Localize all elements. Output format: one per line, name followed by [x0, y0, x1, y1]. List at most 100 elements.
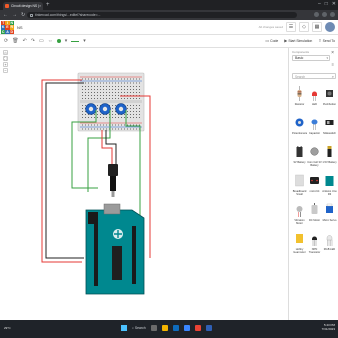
breadboard-hole[interactable]: [106, 95, 107, 96]
component-item[interactable]: Vibration Motor: [292, 202, 307, 225]
breadboard-hole[interactable]: [112, 82, 113, 84]
breadboard-hole[interactable]: [94, 124, 95, 126]
breadboard-hole[interactable]: [115, 78, 116, 80]
send-to-button[interactable]: ⇪ Send To: [318, 38, 335, 43]
breadboard-hole[interactable]: [106, 124, 107, 126]
breadboard-hole[interactable]: [103, 95, 104, 96]
breadboard-hole[interactable]: [115, 95, 116, 96]
breadboard-hole[interactable]: [88, 82, 89, 84]
breadboard-hole[interactable]: [127, 111, 128, 112]
breadboard-hole[interactable]: [97, 86, 98, 87]
breadboard-hole[interactable]: [115, 128, 116, 130]
breadboard-hole[interactable]: [88, 78, 89, 80]
zoom-in-icon[interactable]: +: [3, 62, 8, 67]
breadboard-hole[interactable]: [115, 92, 116, 93]
breadboard-hole[interactable]: [133, 117, 134, 118]
breadboard-hole[interactable]: [103, 86, 104, 87]
breadboard-hole[interactable]: [85, 86, 86, 87]
breadboard-hole[interactable]: [88, 124, 89, 126]
breadboard-hole[interactable]: [130, 92, 131, 93]
breadboard-hole[interactable]: [127, 105, 128, 106]
breadboard-hole[interactable]: [88, 117, 89, 118]
breadboard-hole[interactable]: [130, 98, 131, 99]
component-item[interactable]: RGB LED: [322, 231, 337, 254]
note-icon[interactable]: ▭: [39, 38, 44, 44]
breadboard-hole[interactable]: [124, 114, 125, 115]
breadboard-hole[interactable]: [94, 86, 95, 87]
breadboard-hole[interactable]: [106, 98, 107, 99]
arduino-uno[interactable]: [85, 203, 145, 295]
breadboard-hole[interactable]: [139, 105, 140, 106]
breadboard-hole[interactable]: [97, 114, 98, 115]
breadboard-hole[interactable]: [118, 78, 119, 80]
breadboard-hole[interactable]: [133, 89, 134, 90]
breadboard-hole[interactable]: [121, 86, 122, 87]
component-item[interactable]: Capacitor: [307, 115, 322, 138]
start-simulation-button[interactable]: ▶ Start Simulation: [284, 38, 312, 43]
breadboard-hole[interactable]: [91, 124, 92, 126]
breadboard-hole[interactable]: [97, 128, 98, 130]
breadboard-hole[interactable]: [133, 98, 134, 99]
breadboard-hole[interactable]: [133, 86, 134, 87]
breadboard-hole[interactable]: [115, 105, 116, 106]
breadboard-hole[interactable]: [139, 89, 140, 90]
component-item[interactable]: DC Motor: [307, 202, 322, 225]
taskbar-search[interactable]: ⌕ Search: [132, 326, 146, 330]
breadboard-hole[interactable]: [115, 98, 116, 99]
breadboard-hole[interactable]: [115, 117, 116, 118]
breadboard-hole[interactable]: [100, 117, 101, 118]
breadboard-hole[interactable]: [100, 92, 101, 93]
breadboard-hole[interactable]: [88, 89, 89, 90]
breadboard-hole[interactable]: [121, 128, 122, 130]
breadboard-hole[interactable]: [133, 92, 134, 93]
breadboard-hole[interactable]: [115, 89, 116, 90]
breadboard-hole[interactable]: [82, 124, 83, 126]
tinkercad-logo[interactable]: TINKERCAD: [1, 21, 14, 34]
breadboard-hole[interactable]: [139, 92, 140, 93]
breadboard-hole[interactable]: [82, 92, 83, 93]
profile-icon[interactable]: [322, 12, 327, 17]
circuit-workspace[interactable]: ⌂ ⛶ + −: [0, 48, 288, 320]
breadboard-hole[interactable]: [112, 95, 113, 96]
breadboard-hole[interactable]: [82, 95, 83, 96]
potentiometer-3[interactable]: [115, 103, 127, 115]
component-item[interactable]: LED: [307, 86, 322, 109]
list-view-icon[interactable]: ☰: [286, 22, 296, 32]
wire-black-jack[interactable]: [105, 130, 117, 164]
breadboard-hole[interactable]: [103, 78, 104, 80]
avatar[interactable]: [325, 22, 335, 32]
breadboard-hole[interactable]: [91, 98, 92, 99]
breadboard-hole[interactable]: [112, 89, 113, 90]
breadboard-hole[interactable]: [118, 95, 119, 96]
component-item[interactable]: 1.5V Battery: [322, 144, 337, 167]
breadboard-hole[interactable]: [118, 98, 119, 99]
component-item[interactable]: Micro Servo: [322, 202, 337, 225]
breadboard-hole[interactable]: [124, 98, 125, 99]
breadboard-hole[interactable]: [130, 89, 131, 90]
breadboard-hole[interactable]: [109, 89, 110, 90]
breadboard-hole[interactable]: [121, 124, 122, 126]
breadboard-hole[interactable]: [136, 82, 137, 84]
breadboard-hole[interactable]: [139, 86, 140, 87]
wire-green-1[interactable]: [71, 110, 98, 189]
breadboard-hole[interactable]: [136, 105, 137, 106]
search-input[interactable]: Search ⌕: [292, 73, 336, 79]
breadboard-hole[interactable]: [139, 124, 140, 126]
breadboard-hole[interactable]: [103, 92, 104, 93]
breadboard-hole[interactable]: [139, 108, 140, 109]
breadboard-hole[interactable]: [115, 82, 116, 84]
breadboard-hole[interactable]: [91, 128, 92, 130]
breadboard-hole[interactable]: [88, 128, 89, 130]
breadboard-hole[interactable]: [127, 117, 128, 118]
breadboard-hole[interactable]: [127, 98, 128, 99]
schematic-icon[interactable]: ◇: [299, 22, 309, 32]
task-view-icon[interactable]: [150, 325, 157, 331]
breadboard-hole[interactable]: [91, 78, 92, 80]
breadboard-hole[interactable]: [94, 89, 95, 90]
breadboard-hole[interactable]: [91, 82, 92, 84]
url-input[interactable]: tinkercad.com/things/...editel?sharecode…: [27, 12, 297, 18]
breadboard-hole[interactable]: [82, 111, 83, 112]
breadboard-hole[interactable]: [100, 86, 101, 87]
windows-start-icon[interactable]: [121, 325, 127, 331]
zoom-out-icon[interactable]: −: [3, 68, 8, 73]
